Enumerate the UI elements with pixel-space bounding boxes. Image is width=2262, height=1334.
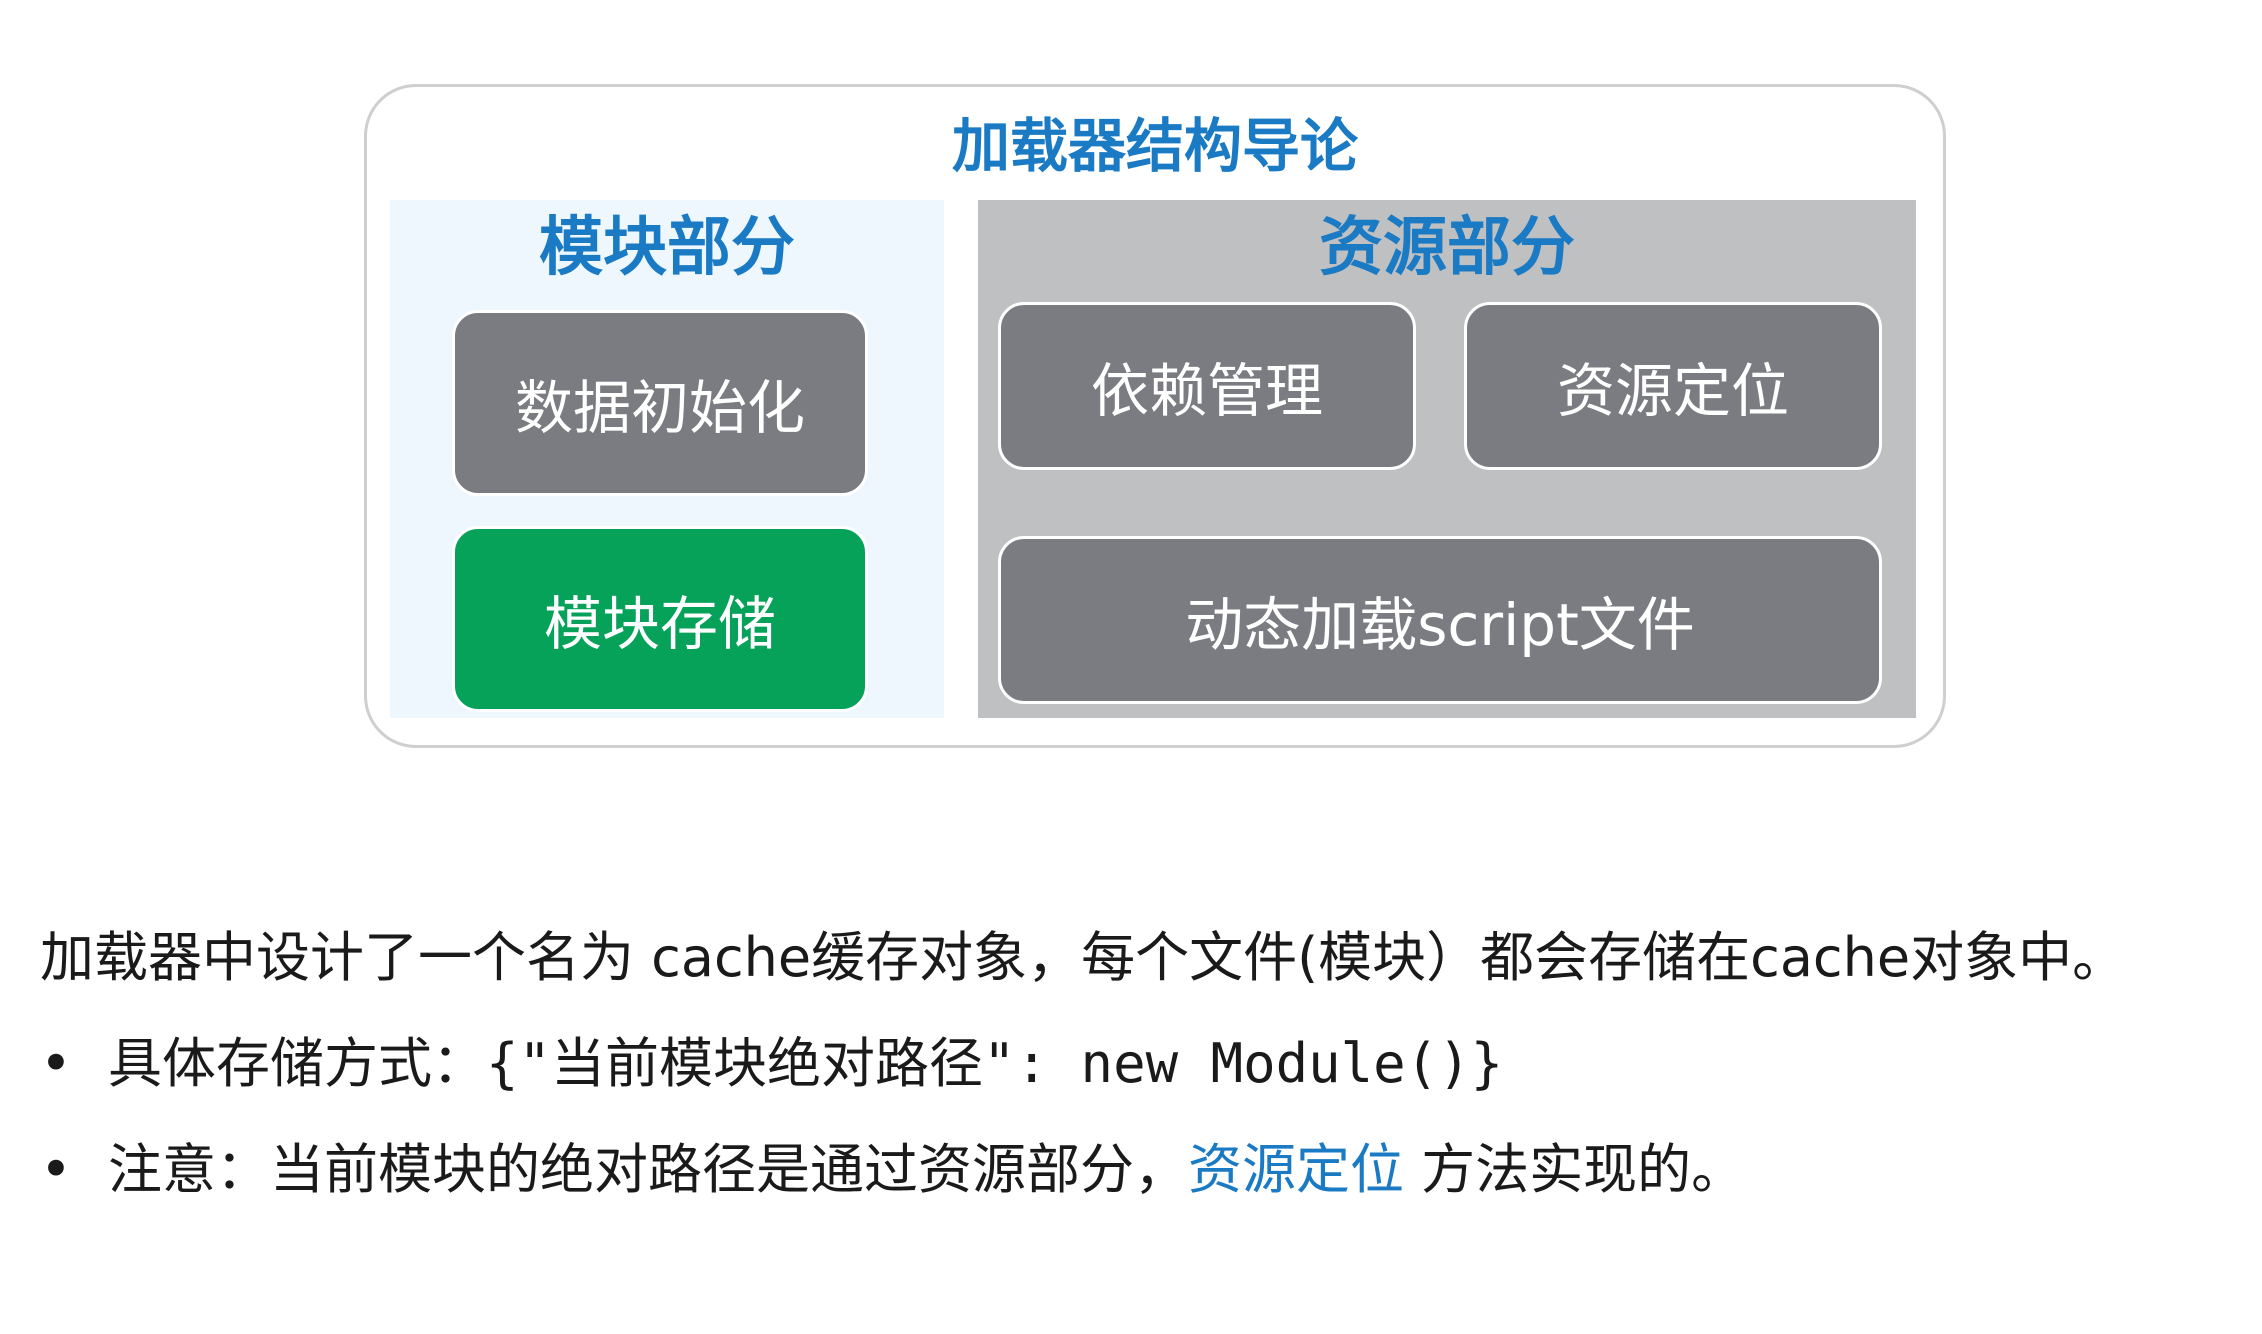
bullet-dot: • (40, 1138, 72, 1201)
box-module-storage: 模块存储 (452, 526, 868, 712)
box-data-init: 数据初始化 (452, 310, 868, 496)
module-panel: 模块部分 数据初始化 模块存储 (390, 200, 944, 718)
caption-text: 加载器中设计了一个名为 cache缓存对象，每个文件(模块）都会存储在cache… (40, 926, 2127, 989)
resource-panel: 资源部分 依赖管理 资源定位 动态加载script文件 (978, 200, 1916, 718)
diagram-title: 加载器结构导论 (951, 112, 1358, 180)
bullet2-prefix: 注意：当前模块的绝对路径是通过资源部分， (108, 1138, 1188, 1201)
box-dynamic-script-load: 动态加载script文件 (998, 536, 1882, 704)
bullet2-suffix: 方法实现的。 (1404, 1138, 1746, 1201)
box-dependency-management: 依赖管理 (998, 302, 1416, 470)
resource-panel-title: 资源部分 (1319, 211, 1575, 285)
bullet-note: • 注意：当前模块的绝对路径是通过资源部分，资源定位 方法实现的。 (40, 1130, 1745, 1210)
bullet1-code: {"当前模块绝对路径": new Module()} (486, 1032, 1504, 1095)
bullet-dot: • (40, 1032, 72, 1095)
box-resource-location: 资源定位 (1464, 302, 1882, 470)
resource-location-link[interactable]: 资源定位 (1188, 1138, 1404, 1201)
module-panel-title: 模块部分 (539, 211, 795, 285)
slide: 加载器结构导论 模块部分 数据初始化 模块存储 资源部分 依赖管理 资源定位 动… (0, 0, 2262, 1334)
bullet-storage-method: • 具体存储方式：{"当前模块绝对路径": new Module()} (40, 1024, 1503, 1104)
bullet1-label: 具体存储方式： (108, 1032, 486, 1095)
